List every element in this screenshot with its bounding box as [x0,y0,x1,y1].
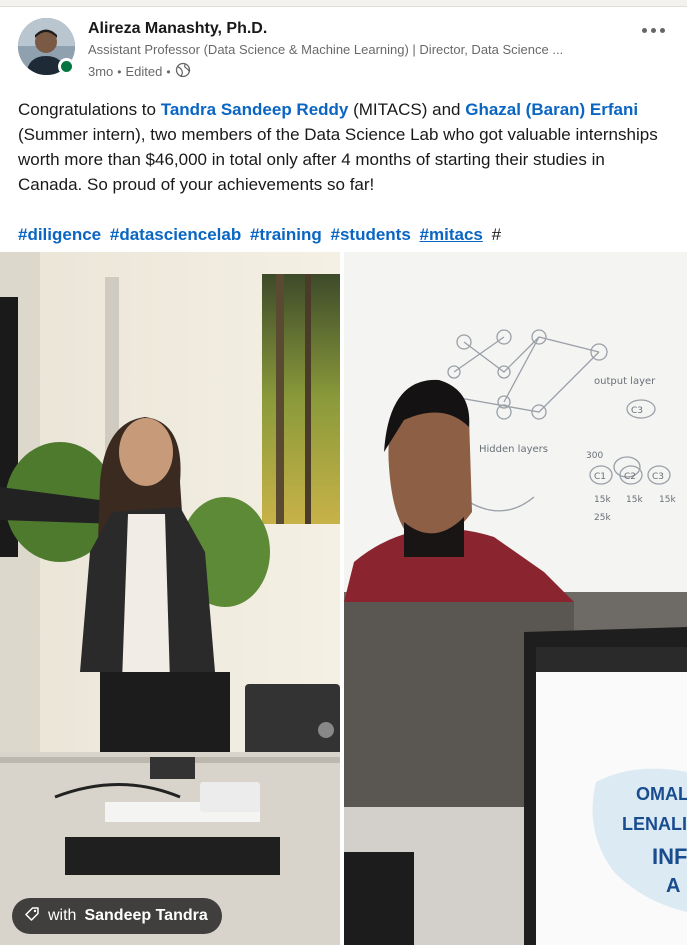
mention-link[interactable]: Ghazal (Baran) Erfani [465,100,638,119]
globe-icon [175,62,191,81]
whiteboard-note: Hidden layers [479,444,548,455]
hashtag-link[interactable]: #diligence [18,225,101,244]
whiteboard-note: 15k [626,495,643,505]
hashtag-list: #diligence #datasciencelab #training #st… [18,222,501,247]
edited-label: Edited [125,64,163,79]
screen-wordcloud-word: OMALI [636,784,687,804]
hashtag-link[interactable]: #students [331,225,411,244]
mention-link[interactable]: Tandra Sandeep Reddy [161,100,349,119]
whiteboard-note: 25k [594,513,611,523]
more-options-button[interactable] [638,20,668,40]
post-body-text: Congratulations to Tandra Sandeep Reddy … [18,97,658,197]
post-time: 3mo [88,64,114,79]
screen-wordcloud-word: A [666,875,680,897]
whiteboard-note: output layer [594,376,656,387]
whiteboard-note: C2 [624,472,636,482]
author-headline: Assistant Professor (Data Science & Mach… [88,42,564,57]
post-header: Alireza Manashty, Ph.D. Assistant Profes… [18,18,668,82]
hashtag-link[interactable]: #training [250,225,322,244]
whiteboard-note: C3 [652,472,664,482]
hashtag-link[interactable]: #datasciencelab [110,225,241,244]
screen-wordcloud-word: LENALI [622,814,687,834]
post-photo-presenter[interactable] [0,252,340,945]
meta-separator: • [117,64,122,79]
hashtag-trailing: # [491,225,502,244]
whiteboard-note: C3 [631,406,643,416]
screen-wordcloud-word: INF [652,844,687,869]
whiteboard-note: 15k [659,495,676,505]
whiteboard-note: 300 [586,451,603,461]
meta-separator: • [166,64,171,79]
whiteboard-note: 15k [594,495,611,505]
tag-icon [24,906,40,927]
photo-tag-button[interactable]: with Sandeep Tandra [12,898,222,934]
whiteboard-note: C1 [594,472,606,482]
ellipsis-dot [650,27,656,33]
ellipsis-dot [641,27,647,33]
body-text-part: (MITACS) and [348,100,466,119]
body-text-part: Congratulations to [18,100,161,119]
photo-tag-prefix: with [48,907,77,924]
post-photo-student[interactable]: output layer Hidden layers 300 C3 C1 C2 … [344,252,687,945]
author-name[interactable]: Alireza Manashty, Ph.D. [88,20,267,38]
hashtag-link[interactable]: #mitacs [420,225,483,244]
ellipsis-dot [659,27,665,33]
online-status-indicator [58,58,75,75]
post-meta: 3mo • Edited • [88,62,191,81]
photo-tag-name: Sandeep Tandra [84,907,208,924]
body-text-part: (Summer intern), two members of the Data… [18,125,658,194]
